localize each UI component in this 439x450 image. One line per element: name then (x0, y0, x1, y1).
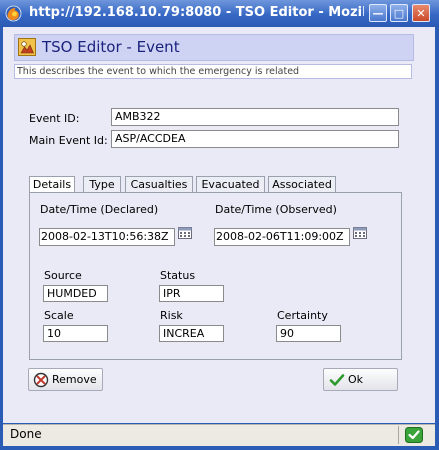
certainty-label: Certainty (277, 309, 328, 322)
status-check-icon[interactable] (405, 427, 423, 443)
source-field[interactable]: HUMDED (43, 285, 108, 302)
event-icon (18, 38, 36, 56)
scale-field[interactable]: 10 (43, 325, 108, 342)
declared-datetime-field[interactable]: 2008-02-13T10:56:38Z (39, 228, 175, 246)
status-label: Status (160, 269, 196, 282)
event-id-field[interactable]: AMB322 (111, 108, 399, 126)
firefox-icon (5, 5, 22, 22)
maximize-button[interactable]: □ (390, 4, 408, 22)
status-separator (398, 426, 399, 444)
main-event-id-field[interactable]: ASP/ACCDEA (111, 130, 399, 148)
tab-details[interactable]: Details (29, 176, 75, 193)
minimize-icon: — (372, 7, 384, 20)
observed-label: Date/Time (Observed) (215, 203, 337, 216)
observed-datetime-field[interactable]: 2008-02-06T11:09:00Z (214, 228, 350, 246)
risk-field[interactable]: INCREA (159, 325, 224, 342)
checkmark-icon (329, 374, 345, 386)
close-icon: ✕ (416, 7, 426, 20)
maximize-icon: □ (393, 7, 405, 20)
remove-button[interactable]: Remove (28, 368, 103, 391)
tab-evacuated[interactable]: Evacuated (196, 176, 265, 192)
tab-type[interactable]: Type (83, 176, 121, 192)
status-field[interactable]: IPR (159, 285, 224, 302)
status-bar (3, 424, 435, 446)
source-label: Source (44, 269, 82, 282)
main-event-id-label: Main Event Id: (29, 134, 108, 147)
scale-label: Scale (44, 309, 74, 322)
status-text: Done (10, 427, 42, 441)
remove-icon (33, 372, 49, 388)
window-title: http://192.168.10.79:8080 - TSO Editor -… (29, 5, 364, 20)
minimize-button[interactable]: — (369, 4, 387, 22)
risk-label: Risk (160, 309, 183, 322)
tab-casualties[interactable]: Casualties (125, 176, 193, 192)
header-description: This describes the event to which the em… (14, 64, 412, 79)
remove-button-label: Remove (52, 373, 97, 386)
ok-button-label: Ok (348, 373, 364, 386)
page-title: TSO Editor - Event (42, 38, 180, 56)
ok-button[interactable]: Ok (323, 368, 398, 391)
certainty-field[interactable]: 90 (276, 325, 341, 342)
tab-associated[interactable]: Associated (268, 176, 336, 192)
close-button[interactable]: ✕ (412, 4, 430, 22)
event-id-label: Event ID: (29, 112, 80, 125)
calendar-icon[interactable] (178, 226, 192, 239)
calendar-icon[interactable] (353, 226, 367, 239)
declared-label: Date/Time (Declared) (40, 203, 159, 216)
